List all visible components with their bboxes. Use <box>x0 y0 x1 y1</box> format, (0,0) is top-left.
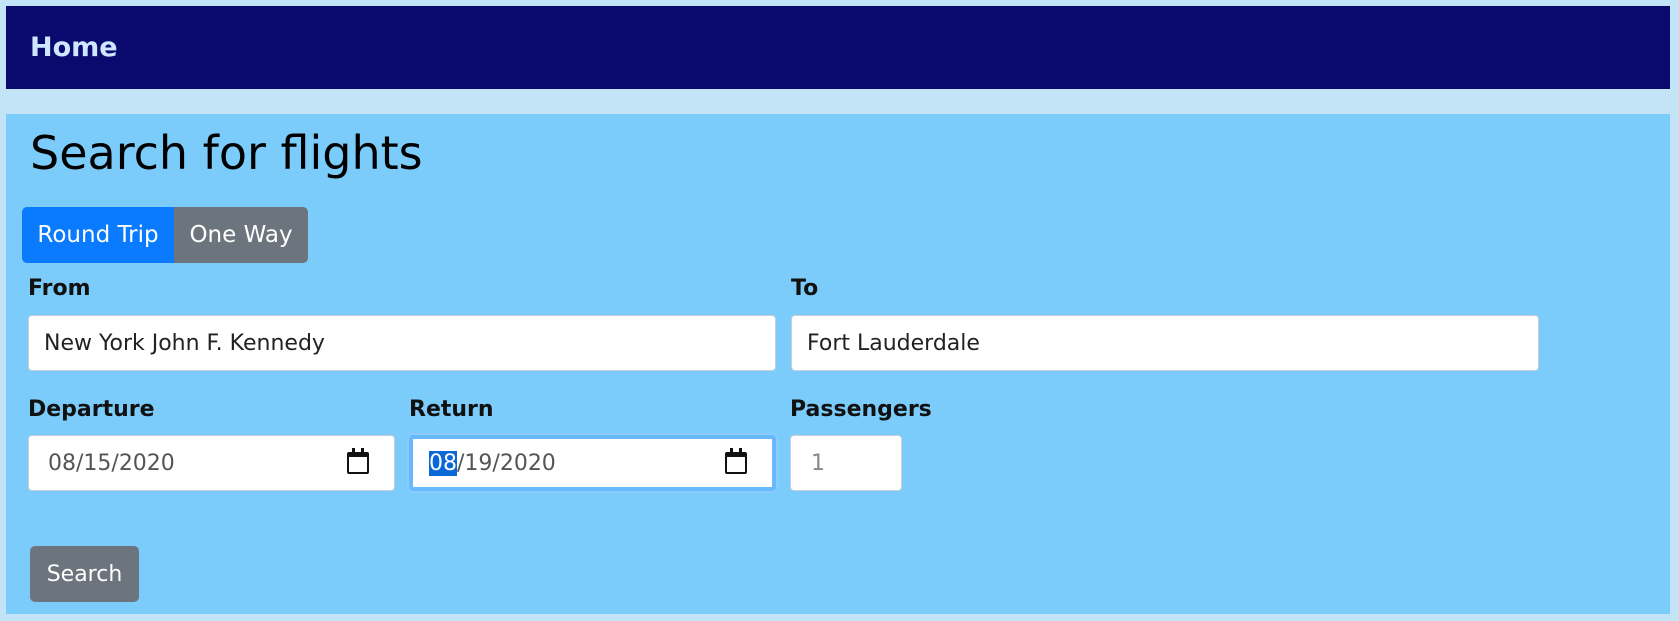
page-title: Search for flights <box>30 126 423 180</box>
from-label: From <box>28 276 91 301</box>
departure-label: Departure <box>28 397 155 422</box>
return-date-input[interactable]: 08/19/2020 <box>409 435 776 491</box>
to-label: To <box>791 276 819 301</box>
search-button[interactable]: Search <box>30 546 139 602</box>
departure-date-value: 08/15/2020 <box>48 450 175 476</box>
home-link[interactable]: Home <box>30 6 118 89</box>
top-navbar: Home <box>6 6 1670 89</box>
passengers-value: 1 <box>811 450 825 476</box>
calendar-icon[interactable] <box>725 448 747 474</box>
from-input[interactable] <box>28 315 776 371</box>
trip-type-toggle: Round Trip One Way <box>22 207 308 263</box>
to-input[interactable] <box>791 315 1539 371</box>
one-way-button[interactable]: One Way <box>174 207 308 263</box>
return-date-rest: /19/2020 <box>457 450 556 476</box>
passengers-input[interactable]: 1 <box>790 435 902 491</box>
passengers-label: Passengers <box>790 397 932 422</box>
return-label: Return <box>409 397 494 422</box>
return-date-month-segment[interactable]: 08 <box>429 450 457 476</box>
round-trip-button[interactable]: Round Trip <box>22 207 174 263</box>
flight-search-panel: Search for flights Round Trip One Way Fr… <box>6 114 1670 614</box>
departure-date-input[interactable]: 08/15/2020 <box>28 435 395 491</box>
calendar-icon[interactable] <box>347 448 369 474</box>
